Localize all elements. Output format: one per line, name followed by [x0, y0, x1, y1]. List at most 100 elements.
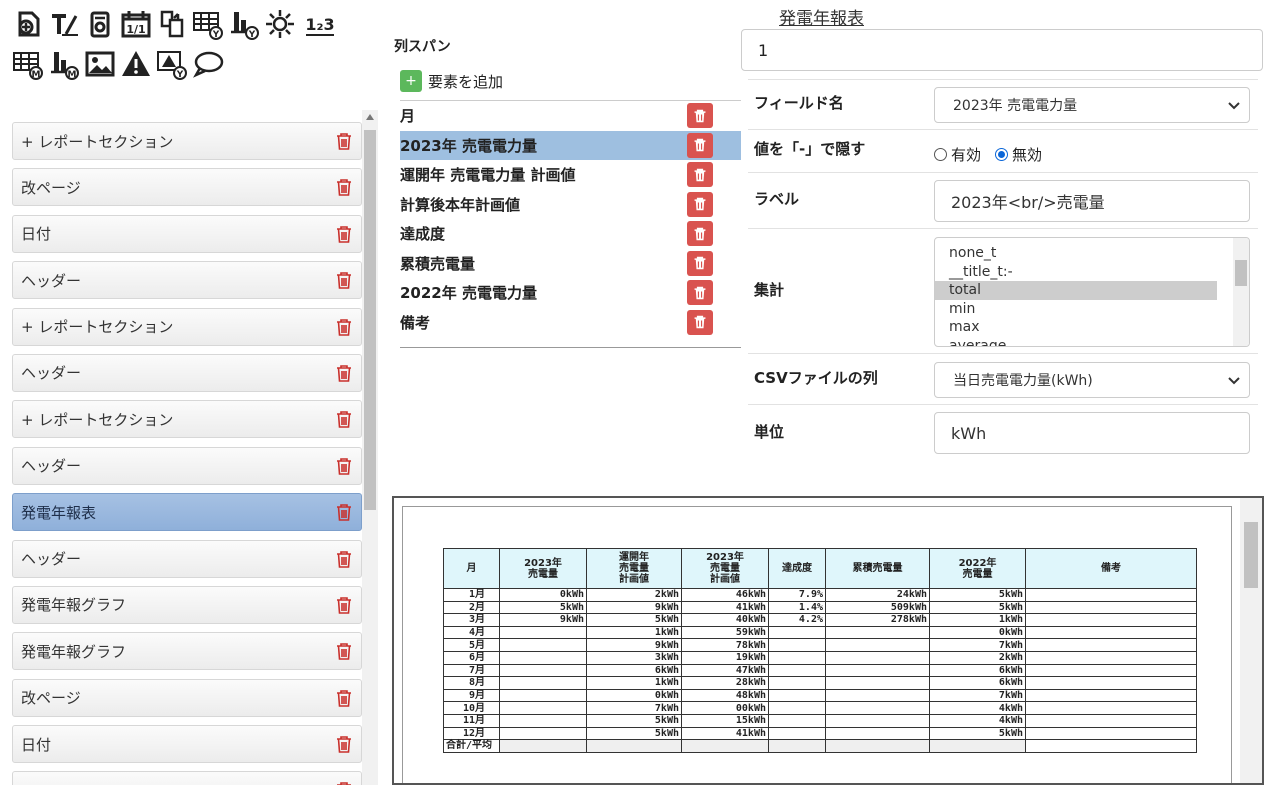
speech-bubble-icon[interactable] — [192, 48, 224, 80]
image-icon[interactable] — [84, 48, 116, 80]
cylinder-icon[interactable] — [84, 8, 116, 40]
bar-chart-y-icon[interactable]: Y — [228, 8, 260, 40]
copy-icon[interactable] — [156, 8, 188, 40]
column-item[interactable]: 2022年 売電電力量 — [400, 278, 741, 308]
trash-icon[interactable] — [687, 309, 713, 335]
preview-row: 10月 7kWh 00kWh 4kWh — [443, 701, 1197, 715]
trash-icon[interactable] — [335, 780, 353, 785]
aggregate-option[interactable]: max — [935, 318, 1217, 337]
calendar-icon[interactable]: 1/1 — [120, 8, 152, 40]
svg-text:M: M — [68, 70, 77, 80]
column-item[interactable]: 計算後本年計画値 — [400, 190, 741, 220]
column-item-label: 2022年 売電電力量 — [400, 284, 537, 303]
list-item[interactable]: + レポートセクション — [12, 400, 362, 439]
list-item[interactable]: ヘッダー — [12, 446, 362, 485]
span-input[interactable]: 1 — [741, 29, 1263, 71]
preview-scrollbar[interactable] — [1240, 498, 1262, 783]
list-item[interactable]: + レポートセクション — [12, 122, 362, 160]
list-item[interactable]: ヘッダー — [12, 539, 362, 578]
report-title[interactable]: 発電年報表 — [779, 4, 864, 29]
aggregate-option[interactable]: total — [935, 281, 1217, 300]
radio-enabled[interactable] — [934, 148, 947, 161]
aggregate-option[interactable]: min — [935, 300, 1217, 319]
column-item[interactable]: 2023年 売電電力量 — [400, 130, 741, 160]
warning-icon[interactable] — [120, 48, 152, 80]
add-element-icon[interactable] — [12, 8, 44, 40]
list-item[interactable] — [12, 771, 362, 785]
column-item[interactable]: 運開年 売電電力量 計画値 — [400, 160, 741, 190]
trash-icon[interactable] — [335, 270, 353, 290]
aggregate-option[interactable]: __title_t:- — [935, 263, 1217, 282]
list-item[interactable]: 改ページ — [12, 678, 362, 717]
trash-icon[interactable] — [335, 409, 353, 429]
preview-row: 6月 3kWh 19kWh 2kWh — [443, 650, 1197, 665]
column-item[interactable]: 累積売電量 — [400, 249, 741, 279]
bar-chart-m-icon[interactable]: M — [48, 48, 80, 80]
trash-icon[interactable] — [335, 131, 353, 151]
preview-cell — [1025, 676, 1197, 690]
trash-icon[interactable] — [687, 280, 713, 306]
add-element-label[interactable]: 要素を追加 — [428, 71, 503, 92]
aggregate-option[interactable]: none_t — [935, 244, 1217, 263]
trash-icon[interactable] — [335, 688, 353, 708]
trash-icon[interactable] — [687, 191, 713, 217]
list-item[interactable]: 発電年報表 — [12, 493, 362, 532]
report-preview[interactable]: 月 2023年 売電量 運開年 売電量 計画値 2023年 売電量 計画値 達成度 累積売… — [392, 496, 1264, 785]
aggregate-listbox[interactable]: none_t __title_t:- total min max average — [934, 237, 1250, 347]
text-icon[interactable] — [48, 8, 80, 40]
trash-icon[interactable] — [687, 162, 713, 188]
list-item[interactable]: ヘッダー — [12, 353, 362, 392]
radio-disabled[interactable] — [995, 148, 1009, 161]
left-list-scrollbar[interactable] — [362, 110, 378, 785]
list-item[interactable]: 発電年報グラフ — [12, 585, 362, 624]
preview-cell — [499, 650, 587, 665]
preview-cell: 7kWh — [929, 688, 1026, 703]
unit-input[interactable]: kWh — [934, 412, 1250, 454]
trash-icon[interactable] — [335, 363, 353, 383]
trash-icon[interactable] — [687, 132, 713, 158]
field-name-select[interactable]: 2023年 売電電力量 — [934, 87, 1250, 123]
table-y-icon[interactable]: Y — [192, 8, 224, 40]
hide-dash-label: 値を「-」で隠す — [754, 140, 866, 158]
trash-icon[interactable] — [335, 641, 353, 661]
aggregate-scrollbar[interactable] — [1233, 238, 1249, 346]
aggregate-option[interactable]: average — [935, 337, 1217, 347]
list-item[interactable]: + レポートセクション — [12, 307, 362, 346]
trash-icon[interactable] — [335, 549, 353, 569]
preview-cell: 4.2% — [768, 613, 826, 627]
list-item[interactable]: 改ページ — [12, 168, 362, 207]
trash-icon[interactable] — [335, 177, 353, 197]
preview-cell — [499, 739, 587, 753]
trash-icon[interactable] — [335, 502, 353, 522]
csv-column-value: 当日売電電力量(kWh) — [953, 373, 1093, 389]
column-item[interactable]: 備考 — [400, 308, 741, 338]
add-element-button[interactable]: + — [400, 70, 422, 92]
table-m-icon[interactable]: M — [12, 48, 44, 80]
add-element-row[interactable]: + 要素を追加 — [394, 66, 739, 96]
column-item[interactable]: 月 — [400, 101, 741, 131]
list-item[interactable]: 日付 — [12, 725, 362, 764]
trash-icon[interactable] — [335, 224, 353, 244]
trash-icon[interactable] — [335, 595, 353, 615]
trash-icon[interactable] — [335, 456, 353, 476]
list-item[interactable]: ヘッダー — [12, 261, 362, 300]
radio-enabled-label[interactable]: 有効 — [951, 144, 981, 165]
preview-cell: 1.4% — [768, 600, 826, 615]
trash-icon[interactable] — [335, 317, 353, 337]
preview-cell: 0kWh — [499, 588, 587, 602]
radio-disabled-label[interactable]: 無効 — [1012, 144, 1042, 165]
warning-y-icon[interactable]: Y — [156, 48, 188, 80]
svg-text:1/1: 1/1 — [126, 23, 145, 36]
csv-column-select[interactable]: 当日売電電力量(kWh) — [934, 362, 1250, 398]
trash-icon[interactable] — [687, 221, 713, 247]
numbering-icon[interactable]: 1₂3 — [300, 8, 340, 40]
trash-icon[interactable] — [687, 103, 713, 129]
label-input[interactable]: 2023年<br/>売電量 — [934, 180, 1250, 222]
column-item[interactable]: 達成度 — [400, 219, 741, 249]
trash-icon[interactable] — [335, 734, 353, 754]
list-item[interactable]: 日付 — [12, 214, 362, 253]
preview-cell: 2kWh — [929, 650, 1026, 665]
sun-icon[interactable] — [264, 8, 296, 40]
trash-icon[interactable] — [687, 250, 713, 276]
list-item[interactable]: 発電年報グラフ — [12, 632, 362, 671]
